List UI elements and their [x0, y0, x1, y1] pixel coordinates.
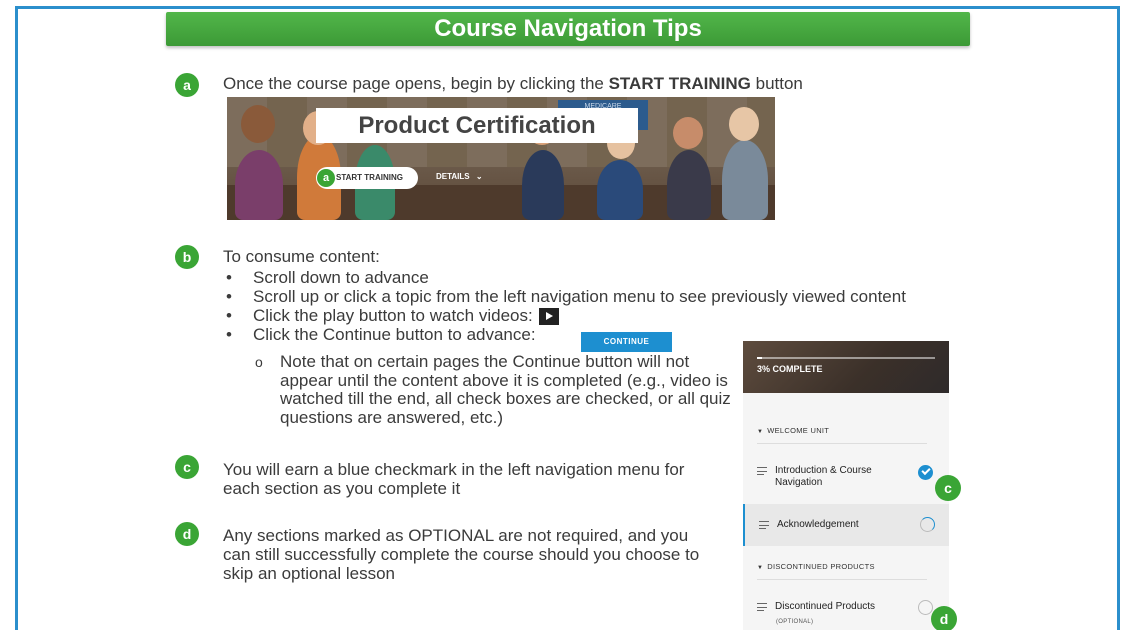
- checkmark-icon: [918, 465, 933, 480]
- step-c-badge: c: [175, 455, 199, 479]
- section-header-discontinued[interactable]: DISCONTINUED PRODUCTS: [757, 562, 875, 571]
- sidebar-item-discontinued-products[interactable]: Discontinued Products (OPTIONAL): [743, 597, 949, 630]
- step-a-badge: a: [175, 73, 199, 97]
- hero-title: Product Certification: [316, 108, 638, 143]
- progress-bar: [757, 357, 935, 359]
- step-b-bullets: Scroll down to advance Scroll up or clic…: [223, 268, 906, 344]
- start-training-emphasis: START TRAINING: [608, 74, 751, 93]
- step-b-badge: b: [175, 245, 199, 269]
- sidebar-item-acknowledgement[interactable]: Acknowledgement: [743, 504, 949, 546]
- bullet-play-button: Click the play button to watch videos:: [223, 306, 906, 326]
- progress-circle-icon: [920, 517, 935, 532]
- sidebar-item-introduction[interactable]: Introduction & Course Navigation: [743, 461, 949, 497]
- step-d-text: Any sections marked as OPTIONAL are not …: [223, 526, 700, 583]
- play-icon[interactable]: [538, 308, 559, 326]
- bullet-scroll-up: Scroll up or click a topic from the left…: [223, 287, 906, 306]
- page-title: Course Navigation Tips: [166, 12, 970, 46]
- progress-header: 3% COMPLETE: [743, 341, 949, 393]
- menu-lines-icon: [757, 467, 767, 478]
- step-a-text: Once the course page opens, begin by cli…: [223, 74, 803, 93]
- step-c-text: You will earn a blue checkmark in the le…: [223, 460, 685, 498]
- menu-lines-icon: [759, 521, 769, 532]
- step-d-badge: d: [175, 522, 199, 546]
- menu-lines-icon: [757, 603, 767, 614]
- bullet-scroll-down: Scroll down to advance: [223, 268, 906, 287]
- sidebar-nav-preview: 3% COMPLETE WELCOME UNIT Introduction & …: [743, 341, 949, 630]
- step-b-intro: To consume content:: [223, 247, 380, 266]
- nav-badge-c: c: [935, 475, 961, 501]
- start-training-badge: a: [317, 169, 335, 187]
- progress-label: 3% COMPLETE: [757, 364, 823, 374]
- optional-tag: (OPTIONAL): [776, 619, 814, 625]
- start-training-button[interactable]: a START TRAINING: [316, 167, 418, 189]
- section-header-welcome[interactable]: WELCOME UNIT: [757, 426, 829, 435]
- empty-circle-icon: [918, 600, 933, 615]
- nav-badge-d: d: [931, 606, 957, 630]
- details-button[interactable]: DETAILS ⌄: [436, 172, 483, 181]
- continue-button[interactable]: CONTINUE: [581, 332, 672, 352]
- chevron-down-icon: ⌄: [475, 172, 483, 181]
